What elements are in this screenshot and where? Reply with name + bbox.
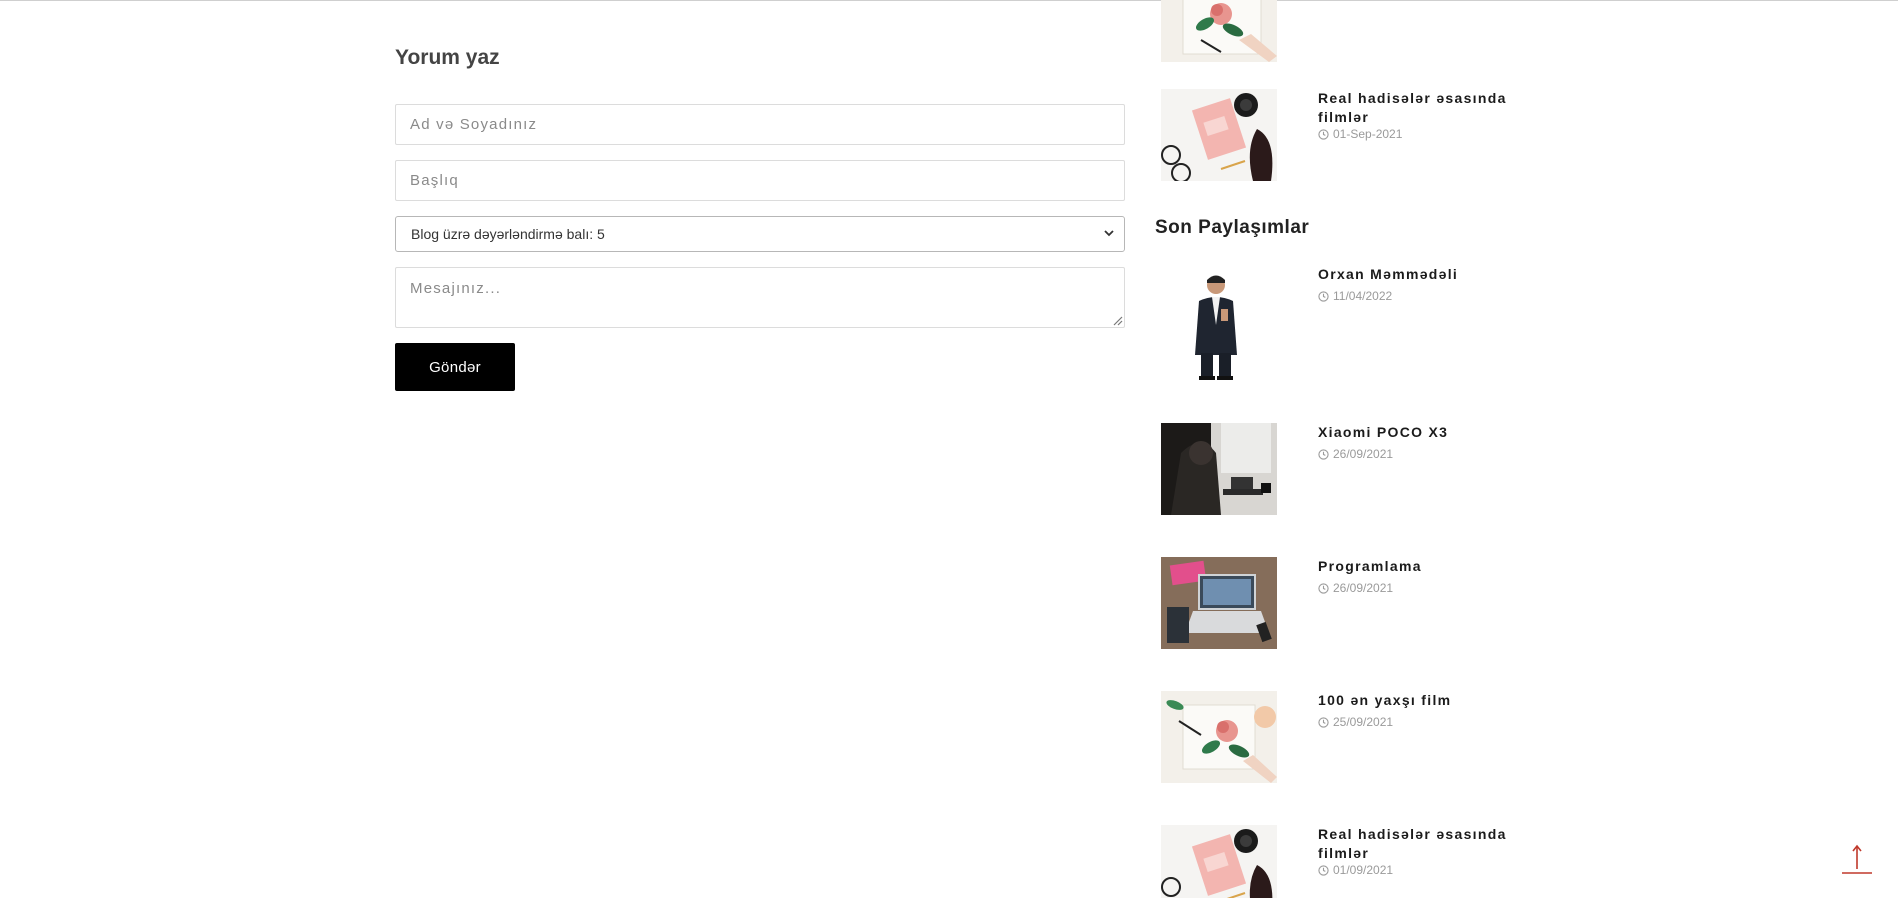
post-title[interactable]: Real hadisələr əsasında filmlər [1318, 89, 1528, 127]
laptop-desk-image[interactable] [1161, 557, 1277, 649]
post-date: 25/09/2021 [1318, 715, 1393, 729]
clock-icon [1318, 582, 1329, 594]
chevron-down-icon [1104, 230, 1114, 237]
post-date: 26/09/2021 [1318, 581, 1393, 595]
clock-icon [1318, 716, 1329, 728]
post-date-text: 26/09/2021 [1333, 581, 1394, 595]
post-date: 01/09/2021 [1318, 863, 1393, 877]
little-black-book-image[interactable] [1161, 89, 1277, 181]
post-title[interactable]: Xiaomi POCO X3 [1318, 423, 1528, 442]
clock-icon [1318, 128, 1329, 140]
rating-select[interactable]: Blog üzrə dəyərləndirmə balı: 5 [395, 216, 1125, 252]
sidebar: Real hadisələr əsasında filmlər 01-Sep-2… [1155, 0, 1575, 898]
resize-handle-icon[interactable] [1111, 314, 1123, 326]
message-textarea[interactable] [395, 267, 1125, 328]
subject-input[interactable] [395, 160, 1125, 201]
comment-form-title: Yorum yaz [395, 46, 500, 69]
little-black-book-image[interactable] [1161, 825, 1277, 898]
post-date-text: 25/09/2021 [1333, 715, 1394, 729]
post-date-text: 11/04/2022 [1333, 289, 1393, 303]
post-date-text: 01-Sep-2021 [1333, 127, 1403, 141]
top-divider [0, 0, 1898, 1]
post-date: 11/04/2022 [1318, 289, 1392, 303]
clock-icon [1318, 290, 1329, 302]
post-date: 26/09/2021 [1318, 447, 1393, 461]
arrow-up-icon[interactable] [1840, 842, 1874, 876]
post-title[interactable]: Real hadisələr əsasında filmlər [1318, 825, 1528, 863]
submit-button[interactable]: Göndər [395, 343, 515, 391]
post-date-text: 26/09/2021 [1333, 447, 1394, 461]
post-title[interactable]: 100 ən yaxşı film [1318, 691, 1528, 710]
flower-notebook-image[interactable] [1161, 691, 1277, 783]
rating-select-value: Blog üzrə dəyərləndirmə balı: 5 [411, 226, 605, 242]
clock-icon [1318, 448, 1329, 460]
man-in-suit-image[interactable] [1161, 265, 1277, 380]
post-date-text: 01/09/2021 [1333, 863, 1394, 877]
clock-icon [1318, 864, 1329, 876]
name-input[interactable] [395, 104, 1125, 145]
recent-posts-title: Son Paylaşımlar [1155, 217, 1310, 238]
post-date: 01-Sep-2021 [1318, 127, 1402, 141]
person-at-laptop-image[interactable] [1161, 423, 1277, 515]
post-title[interactable]: Programlama [1318, 557, 1528, 576]
flower-notebook-image[interactable] [1161, 0, 1277, 62]
post-title[interactable]: Orxan Məmmədəli [1318, 265, 1528, 284]
